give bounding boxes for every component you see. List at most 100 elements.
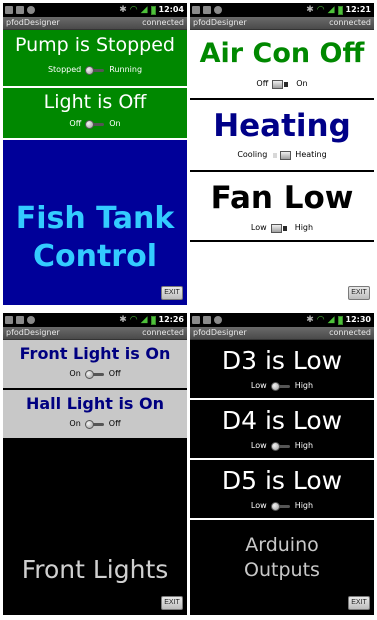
light-toggle-panel[interactable]: Light is Off Off On — [3, 88, 187, 138]
aircon-status-title: Air Con Off — [199, 38, 365, 69]
heating-toggle-panel[interactable]: Heating Cooling Heating — [190, 100, 374, 170]
status-bar: ✱ ◠ ◢ 12:04 — [3, 3, 187, 17]
d5-toggle-panel[interactable]: D5 is Low Low High — [190, 460, 374, 518]
usb-icon — [5, 6, 13, 14]
menu-title-line-2: Outputs — [244, 559, 320, 581]
usb-icon — [5, 316, 13, 324]
image-icon — [203, 6, 211, 14]
aircon-toggle-switch[interactable] — [272, 79, 292, 89]
light-off-label: Off — [69, 119, 82, 128]
status-bar: ✱ ◠ ◢ 12:30 — [190, 313, 374, 327]
clock: 12:30 — [345, 315, 371, 324]
wifi-icon: ◠ — [316, 5, 325, 15]
front-light-status-title: Front Light is On — [19, 344, 171, 363]
clock: 12:21 — [345, 5, 371, 14]
app-title-bar: pfodDesigner connected — [3, 17, 187, 30]
heating-status-title: Heating — [213, 108, 351, 144]
heating-on-label: Heating — [295, 150, 327, 159]
aircon-off-label: Off — [256, 79, 269, 88]
app-name: pfodDesigner — [6, 328, 60, 337]
exit-button[interactable]: EXIT — [161, 596, 183, 610]
fan-toggle-panel[interactable]: Fan Low Low High — [190, 172, 374, 240]
usb-icon — [192, 6, 200, 14]
sync-icon — [27, 6, 35, 14]
signal-icon: ◢ — [327, 315, 335, 325]
d4-high-label: High — [294, 441, 314, 450]
pump-toggle-panel[interactable]: Pump is Stopped Stopped Running — [3, 30, 187, 86]
fan-on-label: High — [294, 223, 314, 232]
app-title-bar: pfodDesigner connected — [3, 327, 187, 340]
app-title-bar: pfodDesigner connected — [190, 17, 374, 30]
bluetooth-icon: ✱ — [119, 315, 127, 325]
connection-status: connected — [142, 328, 184, 337]
wifi-icon: ◠ — [129, 315, 138, 325]
exit-button[interactable]: EXIT — [161, 286, 183, 300]
battery-icon — [150, 315, 156, 325]
exit-button[interactable]: EXIT — [348, 596, 370, 610]
aircon-toggle-panel[interactable]: Air Con Off Off On — [190, 30, 374, 98]
image-icon — [16, 6, 24, 14]
signal-icon: ◢ — [140, 5, 148, 15]
d4-low-label: Low — [250, 441, 267, 450]
front-light-toggle-panel[interactable]: Front Light is On On Off — [3, 340, 187, 388]
d5-high-label: High — [294, 501, 314, 510]
light-toggle-switch[interactable] — [85, 119, 105, 129]
sync-icon — [27, 316, 35, 324]
connection-status: connected — [329, 18, 371, 27]
d5-toggle-switch[interactable] — [270, 501, 291, 511]
app-title-bar: pfodDesigner connected — [190, 327, 374, 340]
connection-status: connected — [142, 18, 184, 27]
hall-light-on-label: On — [69, 419, 81, 428]
bluetooth-icon: ✱ — [119, 5, 127, 15]
d4-status-title: D4 is Low — [221, 406, 343, 435]
fan-toggle-switch[interactable] — [270, 223, 291, 233]
front-light-on-label: On — [69, 369, 81, 378]
d3-status-title: D3 is Low — [221, 346, 343, 375]
battery-icon — [150, 5, 156, 15]
signal-icon: ◢ — [327, 5, 335, 15]
phone-screen-climate: ✱ ◠ ◢ 12:21 pfodDesigner connected Air C… — [190, 3, 374, 305]
image-icon — [16, 316, 24, 324]
menu-title-line-1: Fish Tank — [15, 201, 175, 236]
d3-low-label: Low — [250, 381, 267, 390]
front-lights-label-panel: Front Lights EXIT — [3, 438, 187, 615]
wifi-icon: ◠ — [316, 315, 325, 325]
d4-toggle-panel[interactable]: D4 is Low Low High — [190, 400, 374, 458]
menu-title-line-2: Control — [32, 239, 157, 274]
phone-screen-front-lights: ✱ ◠ ◢ 12:26 pfodDesigner connected Front… — [3, 313, 187, 615]
app-name: pfodDesigner — [6, 18, 60, 27]
arduino-outputs-label-panel: Arduino Outputs EXIT — [190, 520, 374, 615]
menu-title-line-1: Arduino — [245, 534, 319, 556]
menu-title: Front Lights — [21, 555, 169, 584]
front-light-toggle-switch[interactable] — [84, 369, 105, 379]
menu-title: Fish Tank Control — [3, 200, 187, 276]
heating-toggle-switch[interactable] — [271, 150, 292, 160]
hall-light-toggle-switch[interactable] — [84, 419, 105, 429]
image-icon — [203, 316, 211, 324]
front-light-off-label: Off — [108, 369, 121, 378]
heating-off-label: Cooling — [237, 150, 268, 159]
exit-button[interactable]: EXIT — [348, 286, 370, 300]
pump-toggle-switch[interactable] — [85, 65, 105, 75]
signal-icon: ◢ — [140, 315, 148, 325]
hall-light-off-label: Off — [108, 419, 121, 428]
d4-toggle-switch[interactable] — [270, 441, 291, 451]
light-on-label: On — [109, 119, 121, 128]
fan-off-label: Low — [250, 223, 267, 232]
status-bar: ✱ ◠ ◢ 12:26 — [3, 313, 187, 327]
d3-high-label: High — [294, 381, 314, 390]
light-status-title: Light is Off — [43, 91, 147, 113]
battery-icon — [337, 315, 343, 325]
hall-light-toggle-panel[interactable]: Hall Light is On On Off — [3, 390, 187, 438]
sync-icon — [214, 6, 222, 14]
d3-toggle-switch[interactable] — [270, 381, 291, 391]
hall-light-status-title: Hall Light is On — [25, 394, 165, 413]
bluetooth-icon: ✱ — [306, 315, 314, 325]
d3-toggle-panel[interactable]: D3 is Low Low High — [190, 340, 374, 398]
status-bar: ✱ ◠ ◢ 12:21 — [190, 3, 374, 17]
fan-status-title: Fan Low — [210, 180, 354, 216]
menu-title: Arduino Outputs — [190, 533, 374, 583]
usb-icon — [192, 316, 200, 324]
connection-status: connected — [329, 328, 371, 337]
app-name: pfodDesigner — [193, 18, 247, 27]
